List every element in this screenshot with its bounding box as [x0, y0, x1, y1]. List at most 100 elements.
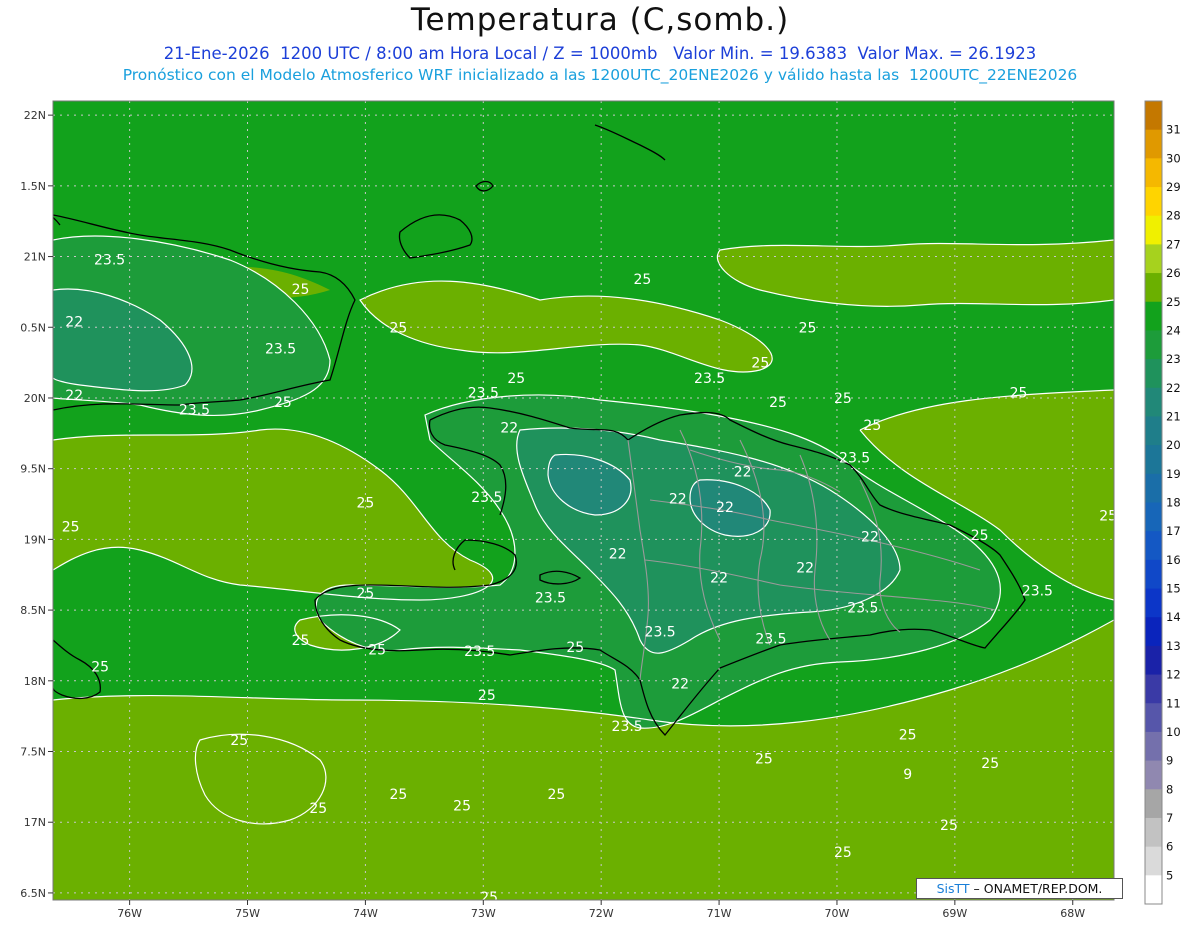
lat-tick-label: 9.5N — [20, 463, 46, 476]
contour-label: 25 — [940, 818, 958, 834]
contour-label: 22 — [671, 677, 689, 693]
contour-label: 22 — [710, 571, 728, 587]
colorbar-label: 12 — [1166, 668, 1181, 682]
colorbar-label: 8 — [1166, 782, 1173, 796]
temperature-map: 23.5 22 22 25 23.5 23.5 25 25 25 23.5 25 23.5 22 25 25… — [20, 100, 1181, 920]
colorbar-label: 18 — [1166, 496, 1181, 510]
contour-label: 23.5 — [265, 341, 296, 357]
contour-label: 25 — [292, 633, 310, 649]
lat-tick-label: 6.5N — [20, 887, 46, 900]
colorbar-swatch — [1145, 502, 1162, 532]
colorbar-label: 15 — [1166, 582, 1181, 596]
colorbar-label: 11 — [1166, 696, 1181, 710]
colorbar-swatch — [1145, 129, 1162, 159]
contour-label: 22 — [609, 547, 627, 563]
colorbar-label: 21 — [1166, 409, 1181, 423]
credit-text: – ONAMET/REP.DOM. — [973, 881, 1103, 896]
contour-label: 25 — [769, 395, 787, 411]
lon-tick-label: 70W — [825, 907, 850, 920]
colorbar-swatch — [1145, 703, 1162, 733]
contour-label: 25 — [755, 752, 773, 768]
colorbar-swatch — [1145, 674, 1162, 704]
contour-label: 23.5 — [468, 385, 499, 401]
colorbar-label: 6 — [1166, 840, 1173, 854]
contour-label: 25 — [566, 640, 584, 656]
lat-tick-label: 20N — [24, 392, 46, 405]
temperature-field: 23.5 22 22 25 23.5 23.5 25 25 25 23.5 25 23.5 22 25 25… — [53, 101, 1114, 900]
contour-label: 25 — [478, 688, 496, 704]
lon-tick-label: 72W — [589, 907, 614, 920]
colorbar-swatch — [1145, 731, 1162, 762]
colorbar-swatch — [1145, 359, 1162, 389]
colorbar-label: 29 — [1166, 180, 1181, 194]
lat-tick-label: 17N — [24, 816, 46, 829]
colorbar: 31 30 29 28 27 26 25 24 23 22 21 20 19 18 17 16 15 14 13 12… — [1144, 100, 1181, 905]
colorbar-swatch — [1145, 158, 1162, 188]
lat-tick-label: 22N — [24, 109, 46, 122]
colorbar-swatch — [1145, 645, 1162, 676]
colorbar-label: 17 — [1166, 524, 1181, 538]
contour-label: 25 — [799, 320, 817, 336]
contour-label: 25 — [507, 371, 525, 387]
colorbar-label: 13 — [1166, 639, 1181, 653]
colorbar-label: 19 — [1166, 467, 1181, 481]
colorbar-swatch — [1145, 531, 1162, 561]
colorbar-label: 5 — [1166, 868, 1173, 882]
contour-label: 25 — [230, 733, 248, 749]
lon-tick-label: 69W — [942, 907, 967, 920]
colorbar-swatch — [1145, 617, 1162, 647]
colorbar-label: 31 — [1166, 123, 1181, 137]
colorbar-swatch — [1145, 273, 1162, 303]
contour-label: 22 — [65, 315, 83, 331]
contour-label: 25 — [309, 801, 327, 817]
contour-label: 23.5 — [755, 631, 786, 647]
contour-label: 25 — [751, 356, 769, 372]
colorbar-swatch — [1145, 588, 1162, 618]
contour-label: 25 — [368, 643, 386, 659]
contour-label: 25 — [356, 586, 374, 602]
colorbar-swatch — [1145, 846, 1162, 876]
contour-label: 23.5 — [464, 644, 495, 660]
contour-label: 25 — [274, 395, 292, 411]
credit-badge: SisTT – ONAMET/REP.DOM. — [916, 878, 1123, 899]
contour-label: 25 — [62, 520, 80, 536]
contour-label: 25 — [91, 660, 109, 676]
contour-label: 23.5 — [1022, 583, 1053, 599]
colorbar-label: 23 — [1166, 352, 1181, 366]
colorbar-swatch — [1145, 817, 1162, 848]
colorbar-label: 27 — [1166, 237, 1181, 251]
lat-tick-label: 0.5N — [20, 321, 46, 334]
lon-tick-label: 68W — [1060, 907, 1085, 920]
lat-tick-label: 1.5N — [20, 180, 46, 193]
colorbar-swatch — [1145, 559, 1162, 590]
colorbar-label: 7 — [1166, 811, 1173, 825]
lat-tick-label: 21N — [24, 251, 46, 264]
colorbar-label: 16 — [1166, 553, 1181, 567]
contour-label: 23.5 — [471, 490, 502, 506]
contour-label: 25 — [390, 320, 408, 336]
contour-label: 25 — [899, 728, 917, 744]
colorbar-swatch — [1145, 215, 1162, 245]
lon-tick-label: 71W — [707, 907, 732, 920]
contour-label: 25 — [834, 391, 852, 407]
colorbar-label: 30 — [1166, 151, 1181, 165]
colorbar-label: 10 — [1166, 725, 1181, 739]
colorbar-swatch — [1145, 473, 1162, 503]
colorbar-swatch — [1145, 760, 1162, 790]
contour-label: 25 — [292, 282, 310, 298]
colorbar-swatch — [1145, 416, 1162, 446]
contour-label: 22 — [734, 465, 752, 481]
lat-tick-label: 19N — [24, 533, 46, 546]
lon-tick-label: 76W — [117, 907, 142, 920]
contour-label: 23.5 — [612, 719, 643, 735]
contour-label: 25 — [971, 528, 989, 544]
contour-label: 25 — [356, 496, 374, 512]
colorbar-label: 26 — [1166, 266, 1181, 280]
colorbar-swatch — [1145, 187, 1162, 217]
contour-label: 22 — [716, 500, 734, 516]
contour-label: 22 — [500, 421, 518, 437]
contour-label: 23.5 — [839, 450, 870, 466]
colorbar-label: 24 — [1166, 323, 1181, 337]
contour-label: 23.5 — [535, 590, 566, 606]
contour-label: 22 — [796, 561, 814, 577]
